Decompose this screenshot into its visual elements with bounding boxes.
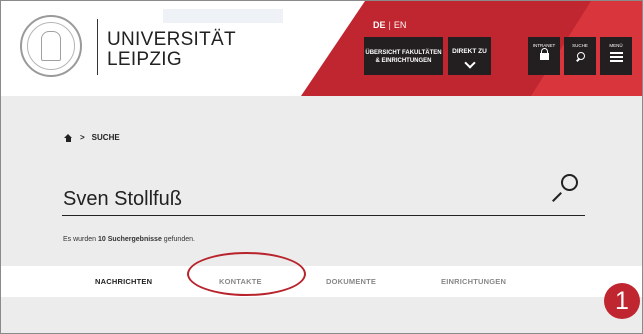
seal-figure — [41, 31, 61, 61]
direct-to-label: DIREKT ZU — [452, 48, 487, 55]
page-frame: UNIVERSITÄT LEIPZIG DE | EN ÜBERSICHT FAKU… — [0, 0, 643, 334]
faculties-label-line-1: ÜBERSICHT FAKULTÄTEN — [365, 50, 442, 56]
header-search-button[interactable]: SUCHE — [564, 37, 596, 75]
result-count-suffix: gefunden. — [163, 236, 195, 243]
home-icon[interactable] — [64, 133, 73, 142]
step-number-badge: 1 — [604, 283, 640, 319]
tab-einrichtungen[interactable]: EINRICHTUNGEN — [441, 277, 506, 286]
hamburger-menu-icon — [609, 52, 623, 62]
chevron-down-icon — [463, 57, 476, 69]
menu-label: MENÜ — [609, 43, 623, 48]
faculties-label-line-2: & EINRICHTUNGEN — [375, 58, 432, 64]
breadcrumb-current: SUCHE — [91, 133, 120, 142]
logo-line-2: LEIPZIG — [107, 49, 182, 70]
result-tabs: NACHRICHTEN KONTAKTE DOKUMENTE EINRICHTU… — [1, 266, 642, 297]
lang-de[interactable]: DE — [373, 20, 386, 30]
menu-button[interactable]: MENÜ — [600, 37, 632, 75]
lock-icon — [539, 48, 549, 60]
language-switch: DE | EN — [373, 20, 406, 30]
intranet-button[interactable]: INTRANET — [528, 37, 560, 75]
lang-en[interactable]: EN — [394, 20, 407, 30]
tab-nachrichten[interactable]: NACHRICHTEN — [95, 277, 152, 286]
breadcrumb: > SUCHE — [64, 133, 120, 142]
result-count-value: 10 Suchergebnisse — [98, 236, 162, 243]
lang-separator: | — [388, 20, 391, 30]
results-area — [1, 297, 642, 333]
site-header: UNIVERSITÄT LEIPZIG DE | EN ÜBERSICHT FAKU… — [1, 1, 642, 96]
search-input-underline — [62, 215, 585, 216]
logo-divider — [97, 19, 98, 75]
result-count-prefix: Es wurden — [63, 236, 97, 243]
kontakte-highlight-circle — [187, 252, 306, 296]
university-wordmark[interactable]: UNIVERSITÄT LEIPZIG — [107, 30, 236, 70]
search-input[interactable]: Sven Stollfuß — [63, 188, 182, 211]
search-icon[interactable] — [550, 174, 578, 202]
search-content-area: > SUCHE Sven Stollfuß Es wurden 10 Suche… — [1, 96, 642, 266]
faculties-overview-button[interactable]: ÜBERSICHT FAKULTÄTEN & EINRICHTUNGEN — [364, 37, 443, 75]
direct-to-button[interactable]: DIREKT ZU — [448, 37, 491, 75]
header-search-label: SUCHE — [572, 43, 588, 48]
university-seal-logo[interactable] — [20, 15, 82, 77]
result-count: Es wurden 10 Suchergebnisse gefunden. — [63, 236, 195, 243]
breadcrumb-separator: > — [80, 133, 85, 142]
search-icon — [576, 52, 585, 61]
tab-dokumente[interactable]: DOKUMENTE — [326, 277, 376, 286]
header-placeholder-bar — [163, 9, 283, 23]
logo-line-1: UNIVERSITÄT — [107, 29, 236, 50]
